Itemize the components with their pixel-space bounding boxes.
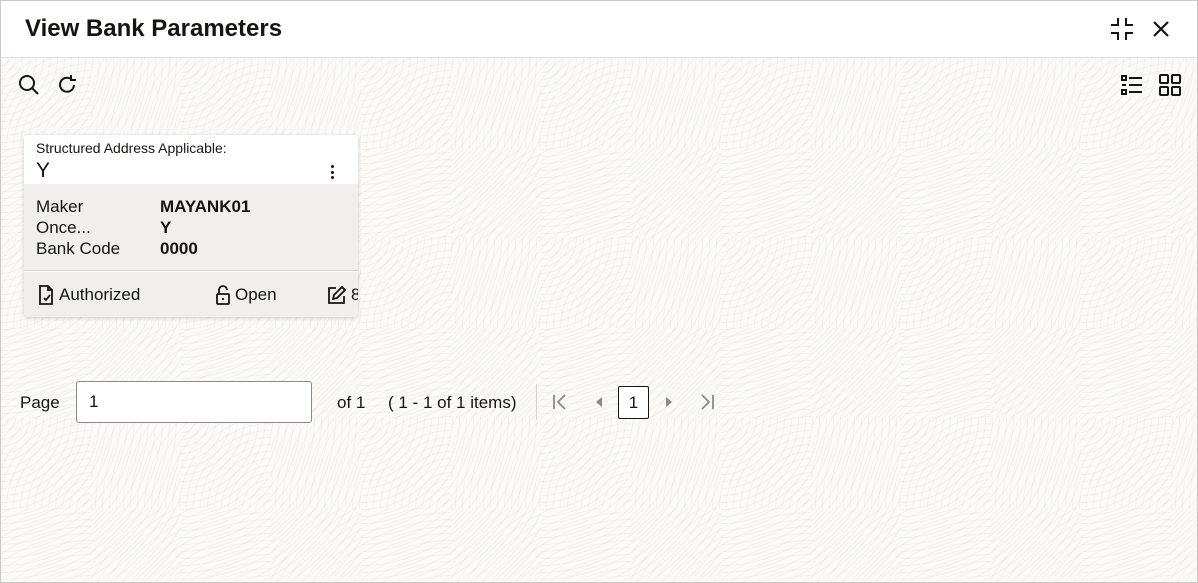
field-row-once: Once... Y: [36, 218, 171, 238]
modification-count-label: 85: [351, 285, 358, 304]
field-value: 0000: [160, 239, 198, 258]
page-number-input[interactable]: [76, 381, 312, 423]
refresh-icon[interactable]: [54, 72, 80, 98]
content-area: Structured Address Applicable: Y Maker MA…: [1, 58, 1197, 582]
items-summary: ( 1 - 1 of 1 items): [388, 393, 517, 412]
field-value: Y: [160, 218, 172, 237]
card-header-label: Structured Address Applicable:: [36, 140, 227, 156]
field-label: Once...: [36, 218, 91, 237]
modification-count: 85: [327, 285, 358, 305]
page-of-label: of 1: [337, 393, 366, 412]
edit-icon: [328, 285, 347, 304]
last-page-icon[interactable]: [695, 390, 719, 414]
previous-page-icon[interactable]: [587, 390, 611, 414]
authorization-status-label: Authorized: [59, 285, 141, 304]
card-header: Structured Address Applicable: Y: [24, 135, 358, 184]
more-actions-icon[interactable]: [324, 162, 340, 182]
close-icon[interactable]: [1147, 15, 1175, 43]
pager-divider: [536, 384, 537, 420]
authorization-status: Authorized: [37, 285, 140, 305]
field-value: MAYANK01: [160, 197, 251, 216]
collapse-icon[interactable]: [1108, 15, 1136, 43]
card-header-value: Y: [36, 159, 51, 182]
window-title: View Bank Parameters: [25, 15, 283, 42]
field-row-maker: Maker MAYANK01: [36, 197, 250, 217]
page-label: Page: [20, 393, 60, 412]
field-label: Maker: [36, 197, 84, 216]
field-row-bank-code: Bank Code 0000: [36, 239, 198, 259]
search-icon[interactable]: [16, 72, 42, 98]
unlock-icon: [216, 285, 230, 305]
record-status-label: Open: [235, 285, 277, 304]
window-titlebar: View Bank Parameters: [1, 1, 1197, 58]
field-label: Bank Code: [36, 239, 121, 258]
authorized-document-icon: [39, 285, 53, 305]
current-page-button[interactable]: 1: [618, 386, 649, 419]
card-details: Maker MAYANK01 Once... Y Bank Code 0000: [24, 184, 358, 271]
next-page-icon[interactable]: [657, 390, 681, 414]
pagination-bar: Page of 1 ( 1 - 1 of 1 items) 1: [1, 380, 761, 424]
list-view-icon[interactable]: [1119, 72, 1145, 98]
first-page-icon[interactable]: [548, 390, 572, 414]
view-bank-parameters-window: View Bank Parameters Structured Address …: [0, 0, 1198, 583]
record-card[interactable]: Structured Address Applicable: Y Maker MA…: [24, 135, 358, 317]
grid-view-icon[interactable]: [1157, 72, 1183, 98]
record-status: Open: [215, 285, 277, 305]
card-footer: Authorized Open 85: [24, 272, 358, 317]
